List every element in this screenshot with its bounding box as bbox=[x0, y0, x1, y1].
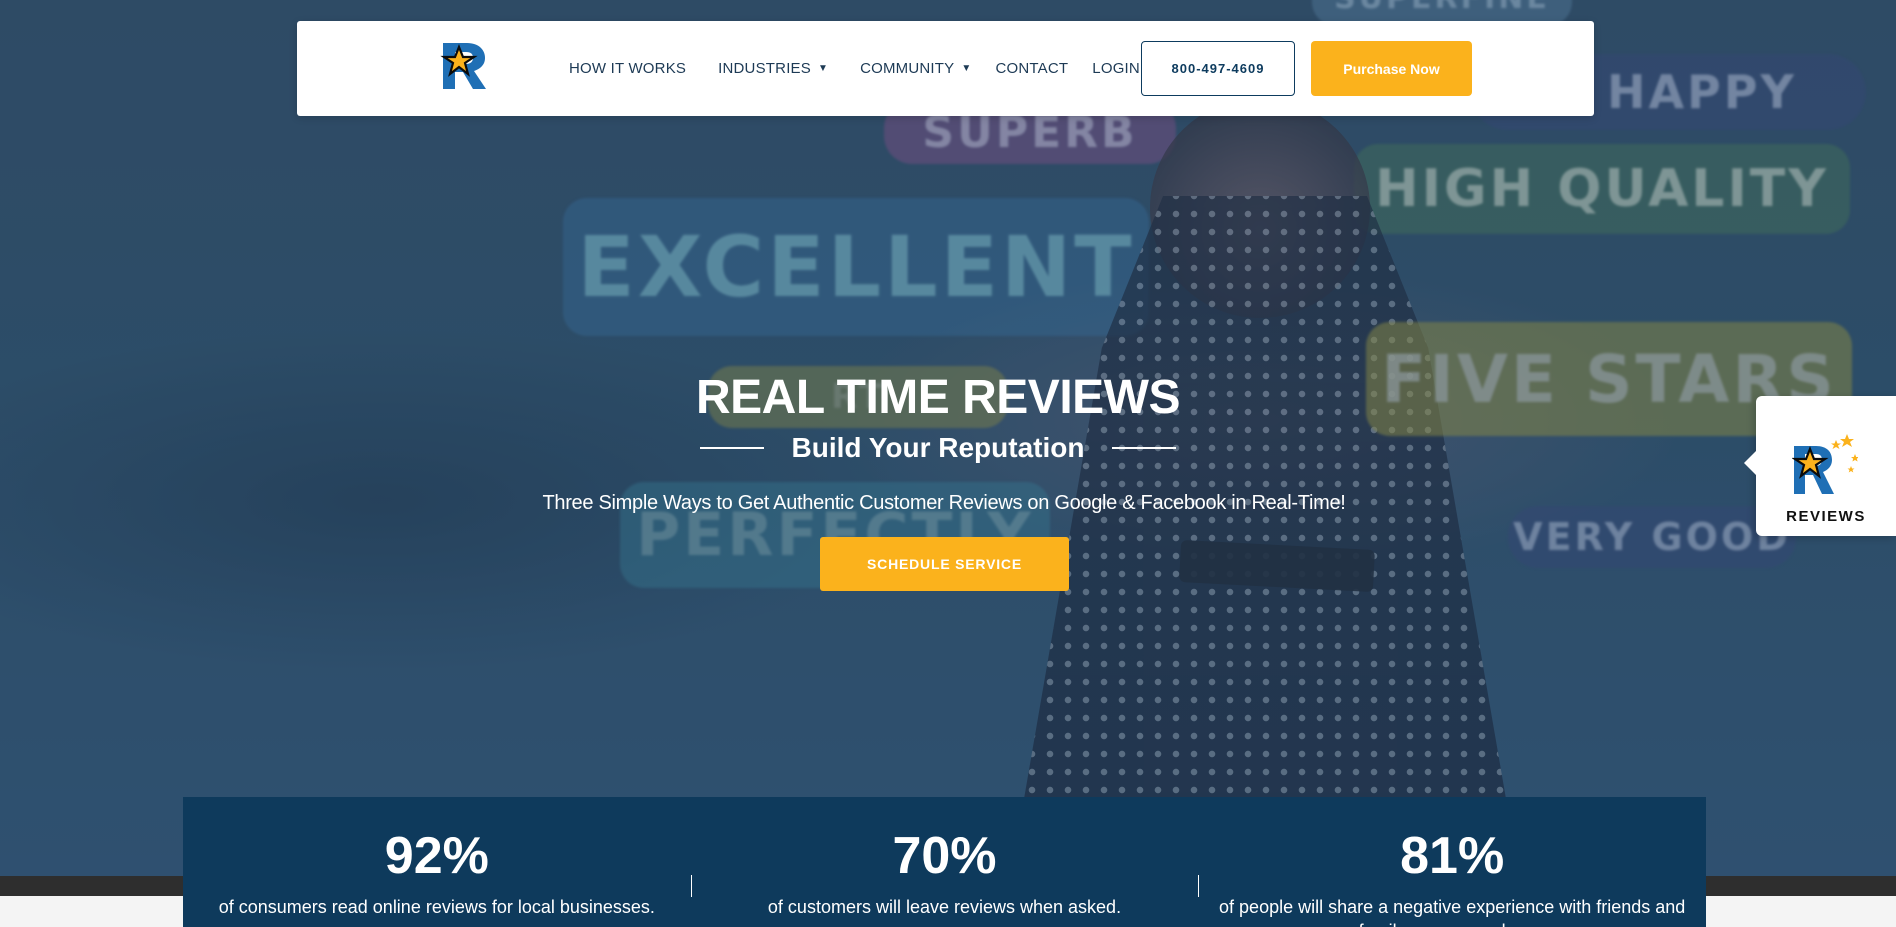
main-nav: HOW IT WORKS INDUSTRIES ▼ COMMUNITY ▼ CONT… bbox=[569, 21, 1172, 116]
nav-login[interactable]: LOGIN bbox=[1092, 60, 1140, 77]
phone-button[interactable]: 800-497-4609 bbox=[1141, 41, 1295, 96]
subtitle-divider-left bbox=[699, 447, 764, 449]
top-navbar: HOW IT WORKS INDUSTRIES ▼ COMMUNITY ▼ CONT… bbox=[297, 21, 1594, 116]
stat-item: 70% of customers will leave reviews when… bbox=[690, 797, 1199, 927]
stats-bar: 92% of consumers read online reviews for… bbox=[183, 797, 1706, 927]
stat-value: 81% bbox=[1400, 827, 1505, 885]
stat-value: 92% bbox=[384, 827, 489, 885]
stat-text: of consumers read online reviews for loc… bbox=[218, 897, 655, 917]
schedule-service-button[interactable]: SCHEDULE SERVICE bbox=[820, 537, 1069, 591]
hero-title: REAL TIME REVIEWS bbox=[696, 371, 1181, 424]
star-r-reviews-icon bbox=[1791, 432, 1859, 496]
nav-label: HOW IT WORKS bbox=[569, 60, 687, 77]
stat-item: 92% of consumers read online reviews for… bbox=[183, 797, 691, 927]
stat-text: of customers will leave reviews when ask… bbox=[767, 897, 1122, 917]
reviews-badge-label: REVIEWS bbox=[1786, 508, 1866, 525]
nav-label: INDUSTRIES bbox=[718, 60, 811, 77]
chevron-down-icon: ▼ bbox=[817, 63, 829, 74]
purchase-now-button[interactable]: Purchase Now bbox=[1311, 41, 1472, 96]
nav-label: LOGIN bbox=[1092, 60, 1140, 77]
hero-description: Three Simple Ways to Get Authentic Custo… bbox=[542, 492, 1346, 514]
nav-label: COMMUNITY bbox=[860, 60, 955, 77]
star-r-logo-icon[interactable] bbox=[439, 41, 489, 91]
hero-subtitle-row: Build Your Reputation bbox=[0, 432, 1876, 464]
hero-subtitle: Build Your Reputation bbox=[791, 432, 1085, 463]
nav-contact[interactable]: CONTACT bbox=[995, 60, 1068, 77]
stat-value: 70% bbox=[892, 827, 997, 885]
stat-text: of people will share a negative experien… bbox=[1219, 897, 1686, 927]
nav-industries[interactable]: INDUSTRIES ▼ bbox=[718, 60, 828, 77]
nav-label: CONTACT bbox=[995, 60, 1069, 77]
nav-community[interactable]: COMMUNITY ▼ bbox=[860, 60, 971, 77]
reviews-badge[interactable]: REVIEWS bbox=[1744, 396, 1896, 536]
chevron-down-icon: ▼ bbox=[961, 63, 972, 74]
hero-section: SUPERFINE M HAPPY SUPERB HIGH QUALITY EX… bbox=[0, 0, 1896, 876]
stat-item: 81% of people will share a negative expe… bbox=[1198, 797, 1706, 927]
nav-how-it-works[interactable]: HOW IT WORKS bbox=[569, 60, 686, 77]
subtitle-divider-right bbox=[1112, 447, 1177, 449]
